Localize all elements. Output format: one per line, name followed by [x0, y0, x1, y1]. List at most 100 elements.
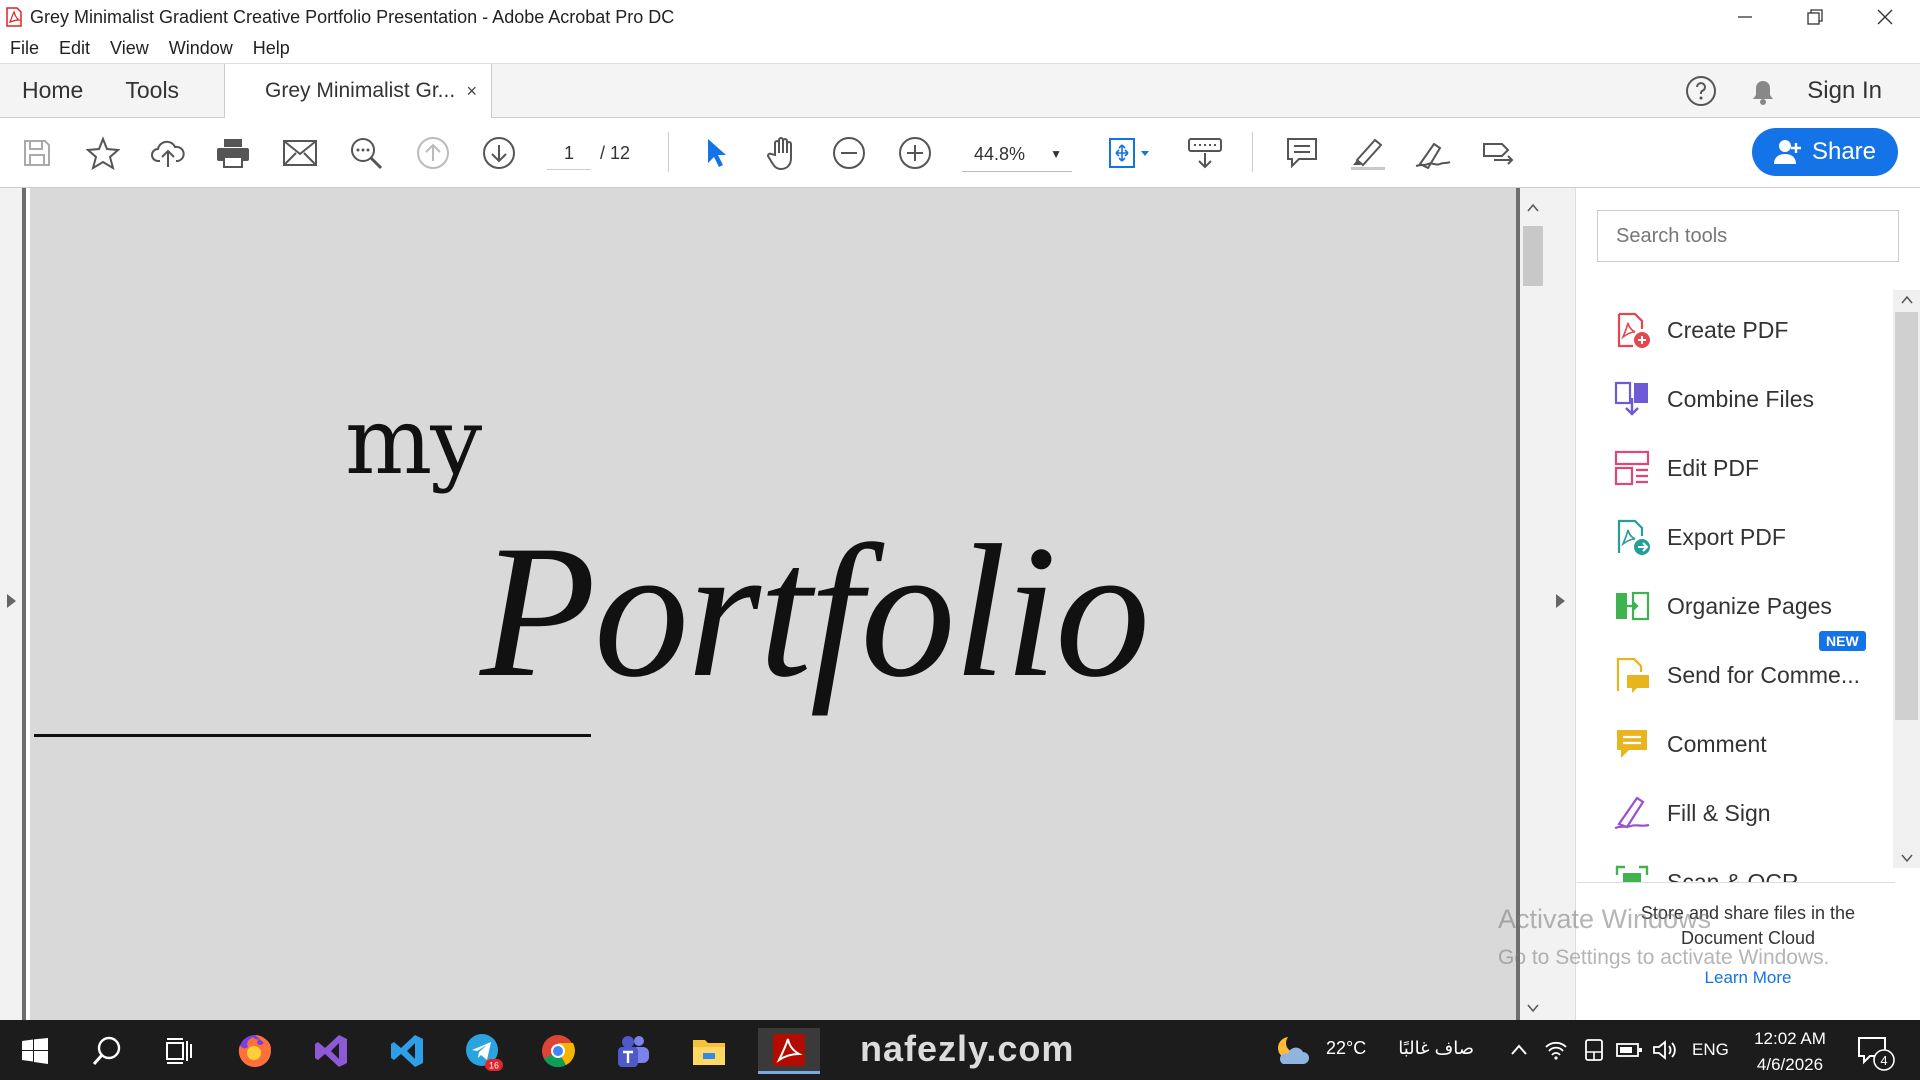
pdf-page[interactable]: my Portfolio [30, 188, 1516, 1020]
tool-fill-sign[interactable]: Fill & Sign [1613, 788, 1893, 838]
sign-in-button[interactable]: Sign In [1807, 77, 1882, 105]
hand-tool-button[interactable] [762, 132, 804, 174]
export-pdf-icon [1617, 519, 1650, 555]
email-button[interactable] [279, 132, 321, 174]
battery-icon[interactable] [1616, 1042, 1642, 1058]
edit-pdf-icon [1614, 450, 1650, 486]
title-bar: Grey Minimalist Gradient Creative Portfo… [0, 0, 1920, 34]
print-button[interactable] [212, 132, 254, 174]
chevron-up-icon[interactable] [1510, 1042, 1528, 1056]
windows-logo-icon [22, 1038, 48, 1064]
upload-button[interactable] [147, 132, 189, 174]
tool-comment[interactable]: Comment [1613, 719, 1893, 769]
start-button[interactable] [12, 1028, 58, 1074]
select-tool-button[interactable] [696, 132, 738, 174]
highlight-button[interactable] [1347, 132, 1389, 174]
weather-description[interactable]: صاف غالبًا [1382, 1038, 1474, 1059]
add-person-icon [1773, 140, 1801, 164]
left-panel-toggle[interactable] [0, 188, 26, 1020]
chrome-taskbar-icon[interactable] [535, 1028, 581, 1074]
zoom-out-button[interactable] [828, 132, 870, 174]
restore-button[interactable] [1780, 0, 1850, 34]
share-button[interactable]: Share [1752, 128, 1898, 176]
tool-send-for-comments[interactable]: Send for Comme... [1613, 650, 1893, 700]
more-tools-button[interactable] [1478, 132, 1520, 174]
tool-combine-files[interactable]: Combine Files [1613, 374, 1893, 424]
teams-icon [618, 1036, 649, 1067]
system-clock[interactable]: 12:02 AM 4/6/2026 [1740, 1026, 1840, 1078]
zoom-select[interactable]: 44.8% ▼ [962, 136, 1072, 172]
tool-label: Edit PDF [1667, 454, 1760, 481]
tools-scrollbar[interactable] [1893, 290, 1920, 868]
pen-sign-icon [1415, 142, 1451, 170]
teams-taskbar-icon[interactable] [610, 1028, 656, 1074]
acrobat-taskbar-icon[interactable] [758, 1028, 820, 1074]
sign-button[interactable] [1412, 132, 1454, 174]
task-view-button[interactable] [156, 1028, 202, 1074]
zoom-out-icon [833, 137, 865, 169]
tab-home[interactable]: Home [22, 77, 83, 104]
scroll-up-icon[interactable] [1527, 202, 1539, 214]
tool-organize-pages[interactable]: Organize Pages [1613, 581, 1893, 631]
telegram-taskbar-icon[interactable]: 16 [460, 1028, 506, 1074]
volume-icon[interactable] [1652, 1039, 1678, 1061]
menu-view[interactable]: View [110, 38, 149, 59]
wifi-icon[interactable] [1544, 1038, 1568, 1060]
vscode-taskbar-icon[interactable] [384, 1028, 430, 1074]
acrobat-icon [773, 1033, 805, 1066]
touchpad-icon[interactable] [1584, 1038, 1604, 1062]
learn-more-link[interactable]: Learn More [1603, 968, 1893, 988]
find-button[interactable] [345, 132, 387, 174]
search-icon [351, 138, 383, 170]
right-panel-toggle[interactable] [1546, 188, 1576, 1020]
zoom-in-icon [899, 137, 931, 169]
tool-label: Comment [1667, 730, 1767, 757]
page-number-input[interactable]: 1 [547, 136, 591, 170]
firefox-taskbar-icon[interactable] [232, 1028, 278, 1074]
zoom-value: 44.8% [974, 144, 1026, 164]
next-page-button[interactable] [478, 132, 520, 174]
notification-center-icon[interactable]: 4 [1856, 1034, 1896, 1072]
language-indicator[interactable]: ENG [1692, 1040, 1729, 1060]
close-tab-button[interactable]: × [466, 81, 477, 102]
previous-page-button[interactable] [412, 132, 454, 174]
file-explorer-taskbar-icon[interactable] [686, 1028, 732, 1074]
scroll-down-icon[interactable] [1901, 852, 1913, 864]
scrollbar-thumb[interactable] [1523, 226, 1543, 286]
menu-help[interactable]: Help [253, 38, 290, 59]
tool-scan-ocr[interactable]: Scan & OCR [1613, 857, 1893, 883]
close-icon [1877, 9, 1893, 25]
help-button[interactable] [1683, 73, 1719, 109]
tool-label: Send for Comme... [1667, 661, 1861, 688]
page-display-button[interactable] [1104, 132, 1156, 174]
visual-studio-taskbar-icon[interactable] [308, 1028, 354, 1074]
tab-tools[interactable]: Tools [125, 77, 179, 104]
close-window-button[interactable] [1850, 0, 1920, 34]
scroll-mode-button[interactable] [1184, 132, 1226, 174]
scroll-down-icon[interactable] [1527, 1002, 1539, 1014]
tool-edit-pdf[interactable]: Edit PDF [1613, 443, 1893, 493]
tool-export-pdf[interactable]: Export PDF [1613, 512, 1893, 562]
taskbar-search-button[interactable] [84, 1028, 130, 1074]
minimize-button[interactable] [1710, 0, 1780, 34]
menu-window[interactable]: Window [169, 38, 233, 59]
scroll-up-icon[interactable] [1901, 294, 1913, 306]
save-button[interactable] [16, 132, 58, 174]
menu-edit[interactable]: Edit [59, 38, 90, 59]
weather-temperature[interactable]: 22°C [1326, 1038, 1366, 1059]
document-scrollbar[interactable] [1520, 188, 1546, 1020]
activate-windows-title: Activate Windows [1498, 904, 1712, 934]
bookmark-button[interactable] [82, 132, 124, 174]
window-title: Grey Minimalist Gradient Creative Portfo… [30, 6, 675, 27]
zoom-in-button[interactable] [894, 132, 936, 174]
menu-file[interactable]: File [10, 38, 39, 59]
tool-label: Scan & OCR [1667, 868, 1799, 883]
scrollbar-thumb[interactable] [1895, 312, 1918, 720]
tool-create-pdf[interactable]: Create PDF [1613, 305, 1893, 355]
search-tools-input[interactable]: Search tools [1597, 210, 1899, 262]
tool-label: Fill & Sign [1667, 799, 1771, 826]
star-icon [86, 136, 120, 170]
notifications-button[interactable] [1745, 73, 1781, 109]
comment-button[interactable] [1281, 132, 1323, 174]
tab-document[interactable]: Grey Minimalist Gr... × [224, 64, 492, 118]
